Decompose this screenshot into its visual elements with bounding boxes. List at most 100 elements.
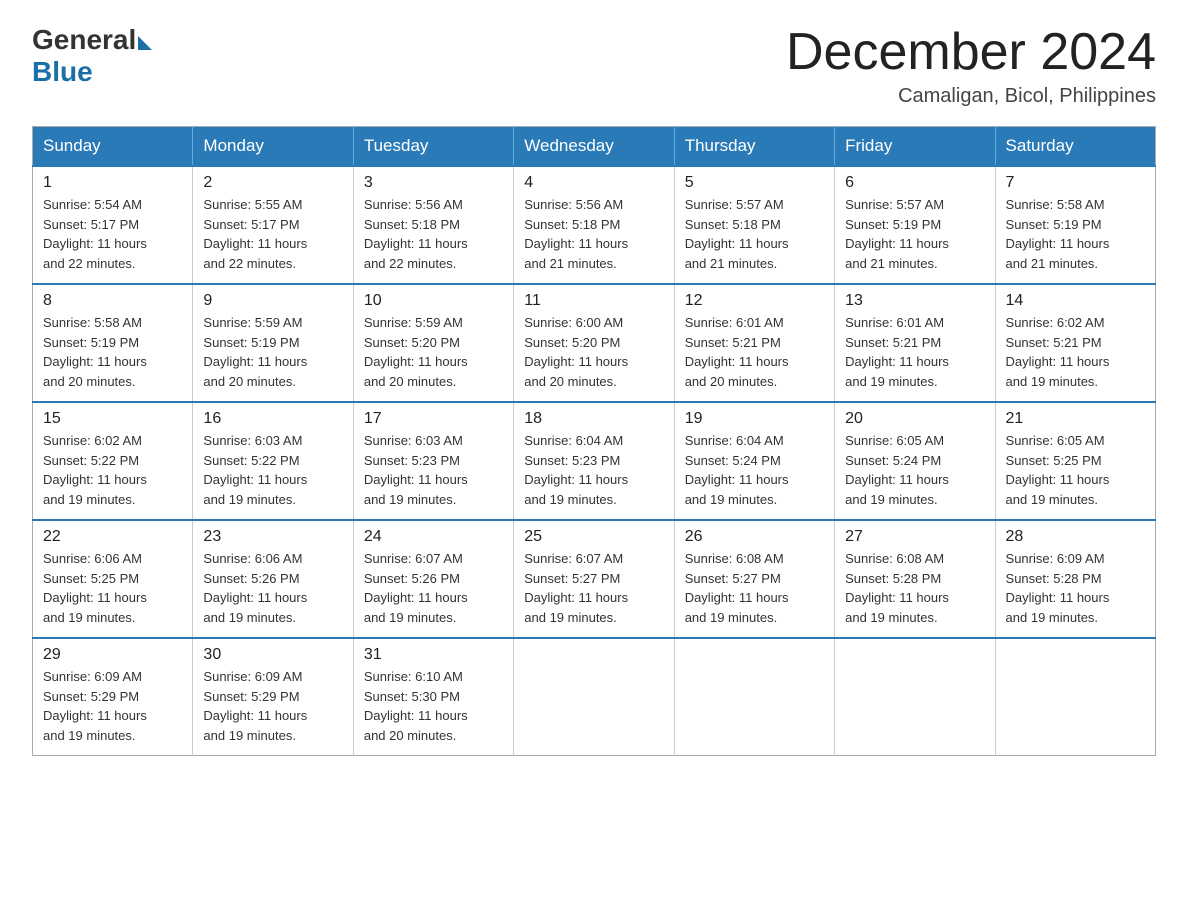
header-saturday: Saturday: [995, 127, 1155, 167]
day-info: Sunrise: 6:07 AMSunset: 5:26 PMDaylight:…: [364, 551, 468, 625]
day-number: 21: [1006, 410, 1145, 428]
day-number: 6: [845, 174, 984, 192]
header-wednesday: Wednesday: [514, 127, 674, 167]
day-info: Sunrise: 6:04 AMSunset: 5:23 PMDaylight:…: [524, 433, 628, 507]
day-number: 12: [685, 292, 824, 310]
calendar-cell: 18 Sunrise: 6:04 AMSunset: 5:23 PMDaylig…: [514, 402, 674, 520]
day-number: 5: [685, 174, 824, 192]
location-subtitle: Camaligan, Bicol, Philippines: [786, 85, 1156, 108]
calendar-cell: [835, 638, 995, 756]
day-info: Sunrise: 6:00 AMSunset: 5:20 PMDaylight:…: [524, 315, 628, 389]
calendar-cell: 26 Sunrise: 6:08 AMSunset: 5:27 PMDaylig…: [674, 520, 834, 638]
day-number: 22: [43, 528, 182, 546]
logo-triangle-icon: [138, 36, 152, 50]
day-info: Sunrise: 6:07 AMSunset: 5:27 PMDaylight:…: [524, 551, 628, 625]
title-block: December 2024 Camaligan, Bicol, Philippi…: [786, 24, 1156, 108]
week-row-5: 29 Sunrise: 6:09 AMSunset: 5:29 PMDaylig…: [33, 638, 1156, 756]
week-row-4: 22 Sunrise: 6:06 AMSunset: 5:25 PMDaylig…: [33, 520, 1156, 638]
calendar-cell: 31 Sunrise: 6:10 AMSunset: 5:30 PMDaylig…: [353, 638, 513, 756]
day-number: 16: [203, 410, 342, 428]
day-number: 27: [845, 528, 984, 546]
day-info: Sunrise: 6:08 AMSunset: 5:28 PMDaylight:…: [845, 551, 949, 625]
logo-blue-text: Blue: [32, 56, 93, 88]
day-info: Sunrise: 6:04 AMSunset: 5:24 PMDaylight:…: [685, 433, 789, 507]
calendar-cell: 30 Sunrise: 6:09 AMSunset: 5:29 PMDaylig…: [193, 638, 353, 756]
calendar-cell: 8 Sunrise: 5:58 AMSunset: 5:19 PMDayligh…: [33, 284, 193, 402]
week-row-3: 15 Sunrise: 6:02 AMSunset: 5:22 PMDaylig…: [33, 402, 1156, 520]
day-number: 3: [364, 174, 503, 192]
day-info: Sunrise: 5:56 AMSunset: 5:18 PMDaylight:…: [524, 197, 628, 271]
calendar-cell: 27 Sunrise: 6:08 AMSunset: 5:28 PMDaylig…: [835, 520, 995, 638]
calendar-cell: 7 Sunrise: 5:58 AMSunset: 5:19 PMDayligh…: [995, 166, 1155, 284]
day-number: 23: [203, 528, 342, 546]
day-info: Sunrise: 6:03 AMSunset: 5:22 PMDaylight:…: [203, 433, 307, 507]
day-info: Sunrise: 6:02 AMSunset: 5:21 PMDaylight:…: [1006, 315, 1110, 389]
day-info: Sunrise: 6:05 AMSunset: 5:25 PMDaylight:…: [1006, 433, 1110, 507]
day-info: Sunrise: 6:09 AMSunset: 5:29 PMDaylight:…: [203, 669, 307, 743]
calendar-cell: 14 Sunrise: 6:02 AMSunset: 5:21 PMDaylig…: [995, 284, 1155, 402]
day-number: 7: [1006, 174, 1145, 192]
calendar-cell: 29 Sunrise: 6:09 AMSunset: 5:29 PMDaylig…: [33, 638, 193, 756]
day-info: Sunrise: 6:09 AMSunset: 5:29 PMDaylight:…: [43, 669, 147, 743]
header-sunday: Sunday: [33, 127, 193, 167]
day-number: 8: [43, 292, 182, 310]
day-info: Sunrise: 5:58 AMSunset: 5:19 PMDaylight:…: [43, 315, 147, 389]
day-number: 31: [364, 646, 503, 664]
header-row: SundayMondayTuesdayWednesdayThursdayFrid…: [33, 127, 1156, 167]
calendar-cell: 2 Sunrise: 5:55 AMSunset: 5:17 PMDayligh…: [193, 166, 353, 284]
day-number: 28: [1006, 528, 1145, 546]
logo-general-text: General: [32, 24, 136, 56]
day-info: Sunrise: 6:08 AMSunset: 5:27 PMDaylight:…: [685, 551, 789, 625]
day-info: Sunrise: 5:54 AMSunset: 5:17 PMDaylight:…: [43, 197, 147, 271]
day-number: 20: [845, 410, 984, 428]
page-header: General Blue December 2024 Camaligan, Bi…: [32, 24, 1156, 108]
day-number: 29: [43, 646, 182, 664]
calendar-cell: 20 Sunrise: 6:05 AMSunset: 5:24 PMDaylig…: [835, 402, 995, 520]
header-monday: Monday: [193, 127, 353, 167]
calendar-cell: 25 Sunrise: 6:07 AMSunset: 5:27 PMDaylig…: [514, 520, 674, 638]
calendar-cell: 13 Sunrise: 6:01 AMSunset: 5:21 PMDaylig…: [835, 284, 995, 402]
calendar-cell: 22 Sunrise: 6:06 AMSunset: 5:25 PMDaylig…: [33, 520, 193, 638]
header-friday: Friday: [835, 127, 995, 167]
calendar-cell: 4 Sunrise: 5:56 AMSunset: 5:18 PMDayligh…: [514, 166, 674, 284]
day-number: 11: [524, 292, 663, 310]
day-number: 9: [203, 292, 342, 310]
calendar-body: 1 Sunrise: 5:54 AMSunset: 5:17 PMDayligh…: [33, 166, 1156, 756]
day-info: Sunrise: 5:55 AMSunset: 5:17 PMDaylight:…: [203, 197, 307, 271]
day-number: 14: [1006, 292, 1145, 310]
day-number: 1: [43, 174, 182, 192]
day-number: 19: [685, 410, 824, 428]
day-number: 30: [203, 646, 342, 664]
day-info: Sunrise: 6:09 AMSunset: 5:28 PMDaylight:…: [1006, 551, 1110, 625]
calendar-cell: 16 Sunrise: 6:03 AMSunset: 5:22 PMDaylig…: [193, 402, 353, 520]
day-number: 10: [364, 292, 503, 310]
calendar-header: SundayMondayTuesdayWednesdayThursdayFrid…: [33, 127, 1156, 167]
day-number: 26: [685, 528, 824, 546]
day-number: 25: [524, 528, 663, 546]
calendar-cell: 3 Sunrise: 5:56 AMSunset: 5:18 PMDayligh…: [353, 166, 513, 284]
day-number: 13: [845, 292, 984, 310]
calendar-cell: 9 Sunrise: 5:59 AMSunset: 5:19 PMDayligh…: [193, 284, 353, 402]
calendar-cell: 12 Sunrise: 6:01 AMSunset: 5:21 PMDaylig…: [674, 284, 834, 402]
day-info: Sunrise: 6:06 AMSunset: 5:26 PMDaylight:…: [203, 551, 307, 625]
day-info: Sunrise: 5:57 AMSunset: 5:18 PMDaylight:…: [685, 197, 789, 271]
calendar-cell: 28 Sunrise: 6:09 AMSunset: 5:28 PMDaylig…: [995, 520, 1155, 638]
calendar-cell: [674, 638, 834, 756]
calendar-cell: 24 Sunrise: 6:07 AMSunset: 5:26 PMDaylig…: [353, 520, 513, 638]
day-info: Sunrise: 6:06 AMSunset: 5:25 PMDaylight:…: [43, 551, 147, 625]
day-number: 17: [364, 410, 503, 428]
day-info: Sunrise: 5:57 AMSunset: 5:19 PMDaylight:…: [845, 197, 949, 271]
day-info: Sunrise: 6:10 AMSunset: 5:30 PMDaylight:…: [364, 669, 468, 743]
header-tuesday: Tuesday: [353, 127, 513, 167]
calendar-cell: 17 Sunrise: 6:03 AMSunset: 5:23 PMDaylig…: [353, 402, 513, 520]
calendar-cell: 21 Sunrise: 6:05 AMSunset: 5:25 PMDaylig…: [995, 402, 1155, 520]
day-info: Sunrise: 5:59 AMSunset: 5:20 PMDaylight:…: [364, 315, 468, 389]
calendar-cell: 19 Sunrise: 6:04 AMSunset: 5:24 PMDaylig…: [674, 402, 834, 520]
day-info: Sunrise: 6:01 AMSunset: 5:21 PMDaylight:…: [845, 315, 949, 389]
day-info: Sunrise: 6:05 AMSunset: 5:24 PMDaylight:…: [845, 433, 949, 507]
calendar-cell: 6 Sunrise: 5:57 AMSunset: 5:19 PMDayligh…: [835, 166, 995, 284]
day-number: 18: [524, 410, 663, 428]
calendar-cell: 5 Sunrise: 5:57 AMSunset: 5:18 PMDayligh…: [674, 166, 834, 284]
calendar-cell: 23 Sunrise: 6:06 AMSunset: 5:26 PMDaylig…: [193, 520, 353, 638]
header-thursday: Thursday: [674, 127, 834, 167]
